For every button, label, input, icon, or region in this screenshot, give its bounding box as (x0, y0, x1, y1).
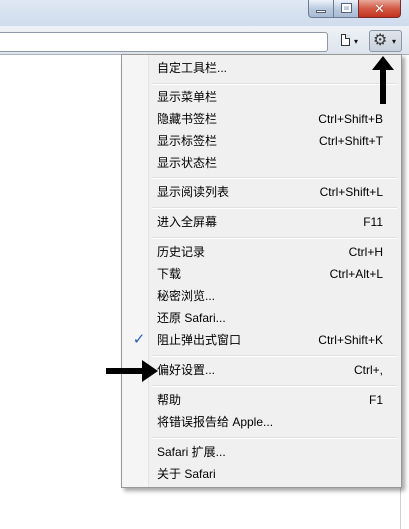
annotation-arrow-right-icon (106, 360, 158, 382)
menu-item-label: 显示标签栏 (157, 134, 218, 148)
minimize-icon (316, 10, 326, 13)
menu-separator (152, 385, 397, 387)
annotation-arrow-up-icon (372, 56, 394, 104)
menu-separator (152, 355, 397, 357)
close-icon: ✕ (374, 1, 385, 16)
menu-item-hide-bookmarks-bar[interactable]: 隐藏书签栏 Ctrl+Shift+B (124, 108, 399, 130)
menu-item-label: 隐藏书签栏 (157, 112, 218, 126)
maximize-icon (341, 3, 352, 13)
menu-item-enter-full-screen[interactable]: 进入全屏幕 F11 (124, 211, 399, 233)
menu-separator (152, 177, 397, 179)
menu-item-shortcut: Ctrl+Shift+K (318, 333, 383, 347)
title-bar: ✕ (0, 0, 409, 26)
menu-item-shortcut: F1 (368, 393, 383, 407)
menu-item-shortcut: Ctrl+Alt+L (329, 267, 383, 281)
toolbar: ▾ ⚙ ▾ (0, 26, 409, 55)
address-bar[interactable] (0, 32, 328, 52)
checkmark-icon: ✓ (132, 331, 146, 348)
menu-item-label: 关于 Safari (157, 467, 216, 481)
menu-item-label: 下载 (157, 267, 182, 281)
menu-separator (152, 237, 397, 239)
menu-item-label: 自定工具栏... (157, 61, 228, 75)
menu-item-reset-safari[interactable]: 还原 Safari... (124, 307, 399, 329)
menu-item-show-menu-bar[interactable]: 显示菜单栏 (124, 86, 399, 108)
menu-item-customize-toolbar[interactable]: 自定工具栏... (124, 57, 399, 79)
menu-item-label: 显示菜单栏 (157, 90, 218, 104)
menu-item-show-tab-bar[interactable]: 显示标签栏 Ctrl+Shift+T (124, 130, 399, 152)
gear-icon: ⚙ (373, 32, 388, 49)
menu-item-label: 将错误报告给 Apple... (157, 415, 274, 429)
menu-item-shortcut: Ctrl+H (348, 245, 383, 259)
menu-item-label: Safari 扩展... (157, 445, 226, 459)
menu-item-label: 进入全屏幕 (157, 215, 218, 229)
maximize-button[interactable] (333, 0, 359, 18)
chevron-down-icon: ▾ (392, 37, 397, 46)
menu-item-block-popups[interactable]: ✓ 阻止弹出式窗口 Ctrl+Shift+K (124, 329, 399, 351)
menu-item-downloads[interactable]: 下载 Ctrl+Alt+L (124, 263, 399, 285)
menu-item-label: 历史记录 (157, 245, 206, 259)
menu-item-label: 显示状态栏 (157, 156, 218, 170)
menu-item-shortcut: Ctrl+, (353, 363, 383, 377)
menu-item-label: 阻止弹出式窗口 (157, 333, 242, 347)
menu-item-shortcut: Ctrl+Shift+T (318, 134, 383, 148)
menu-item-history[interactable]: 历史记录 Ctrl+H (124, 241, 399, 263)
menu-item-label: 显示阅读列表 (157, 185, 230, 199)
menu-item-shortcut: F11 (363, 215, 383, 229)
menu-separator (152, 437, 397, 439)
settings-menu-button[interactable]: ⚙ ▾ (369, 30, 402, 52)
minimize-button[interactable] (308, 0, 334, 18)
menu-item-preferences[interactable]: 偏好设置... Ctrl+, (124, 359, 399, 381)
menu-item-show-status-bar[interactable]: 显示状态栏 (124, 152, 399, 174)
menu-item-private-browsing[interactable]: 秘密浏览... (124, 285, 399, 307)
settings-menu: 自定工具栏... 显示菜单栏 隐藏书签栏 Ctrl+Shift+B 显示标签栏 … (121, 54, 402, 488)
menu-item-about-safari[interactable]: 关于 Safari (124, 463, 399, 485)
menu-item-label: 还原 Safari... (157, 311, 226, 325)
menu-item-shortcut: Ctrl+Shift+L (319, 185, 383, 199)
menu-item-label: 帮助 (157, 393, 182, 407)
menu-item-safari-extensions[interactable]: Safari 扩展... (124, 441, 399, 463)
chevron-down-icon: ▾ (354, 37, 359, 46)
menu-item-label: 偏好设置... (157, 363, 216, 377)
page-menu-button[interactable]: ▾ (338, 32, 366, 50)
menu-item-shortcut: Ctrl+Shift+B (318, 112, 383, 126)
menu-item-help[interactable]: 帮助 F1 (124, 389, 399, 411)
menu-item-label: 秘密浏览... (157, 289, 216, 303)
menu-item-report-bugs[interactable]: 将错误报告给 Apple... (124, 411, 399, 433)
menu-separator (152, 207, 397, 209)
menu-separator (152, 83, 397, 85)
menu-item-show-reading-list[interactable]: 显示阅读列表 Ctrl+Shift+L (124, 181, 399, 203)
page-icon (341, 34, 350, 46)
close-button[interactable]: ✕ (358, 0, 401, 18)
